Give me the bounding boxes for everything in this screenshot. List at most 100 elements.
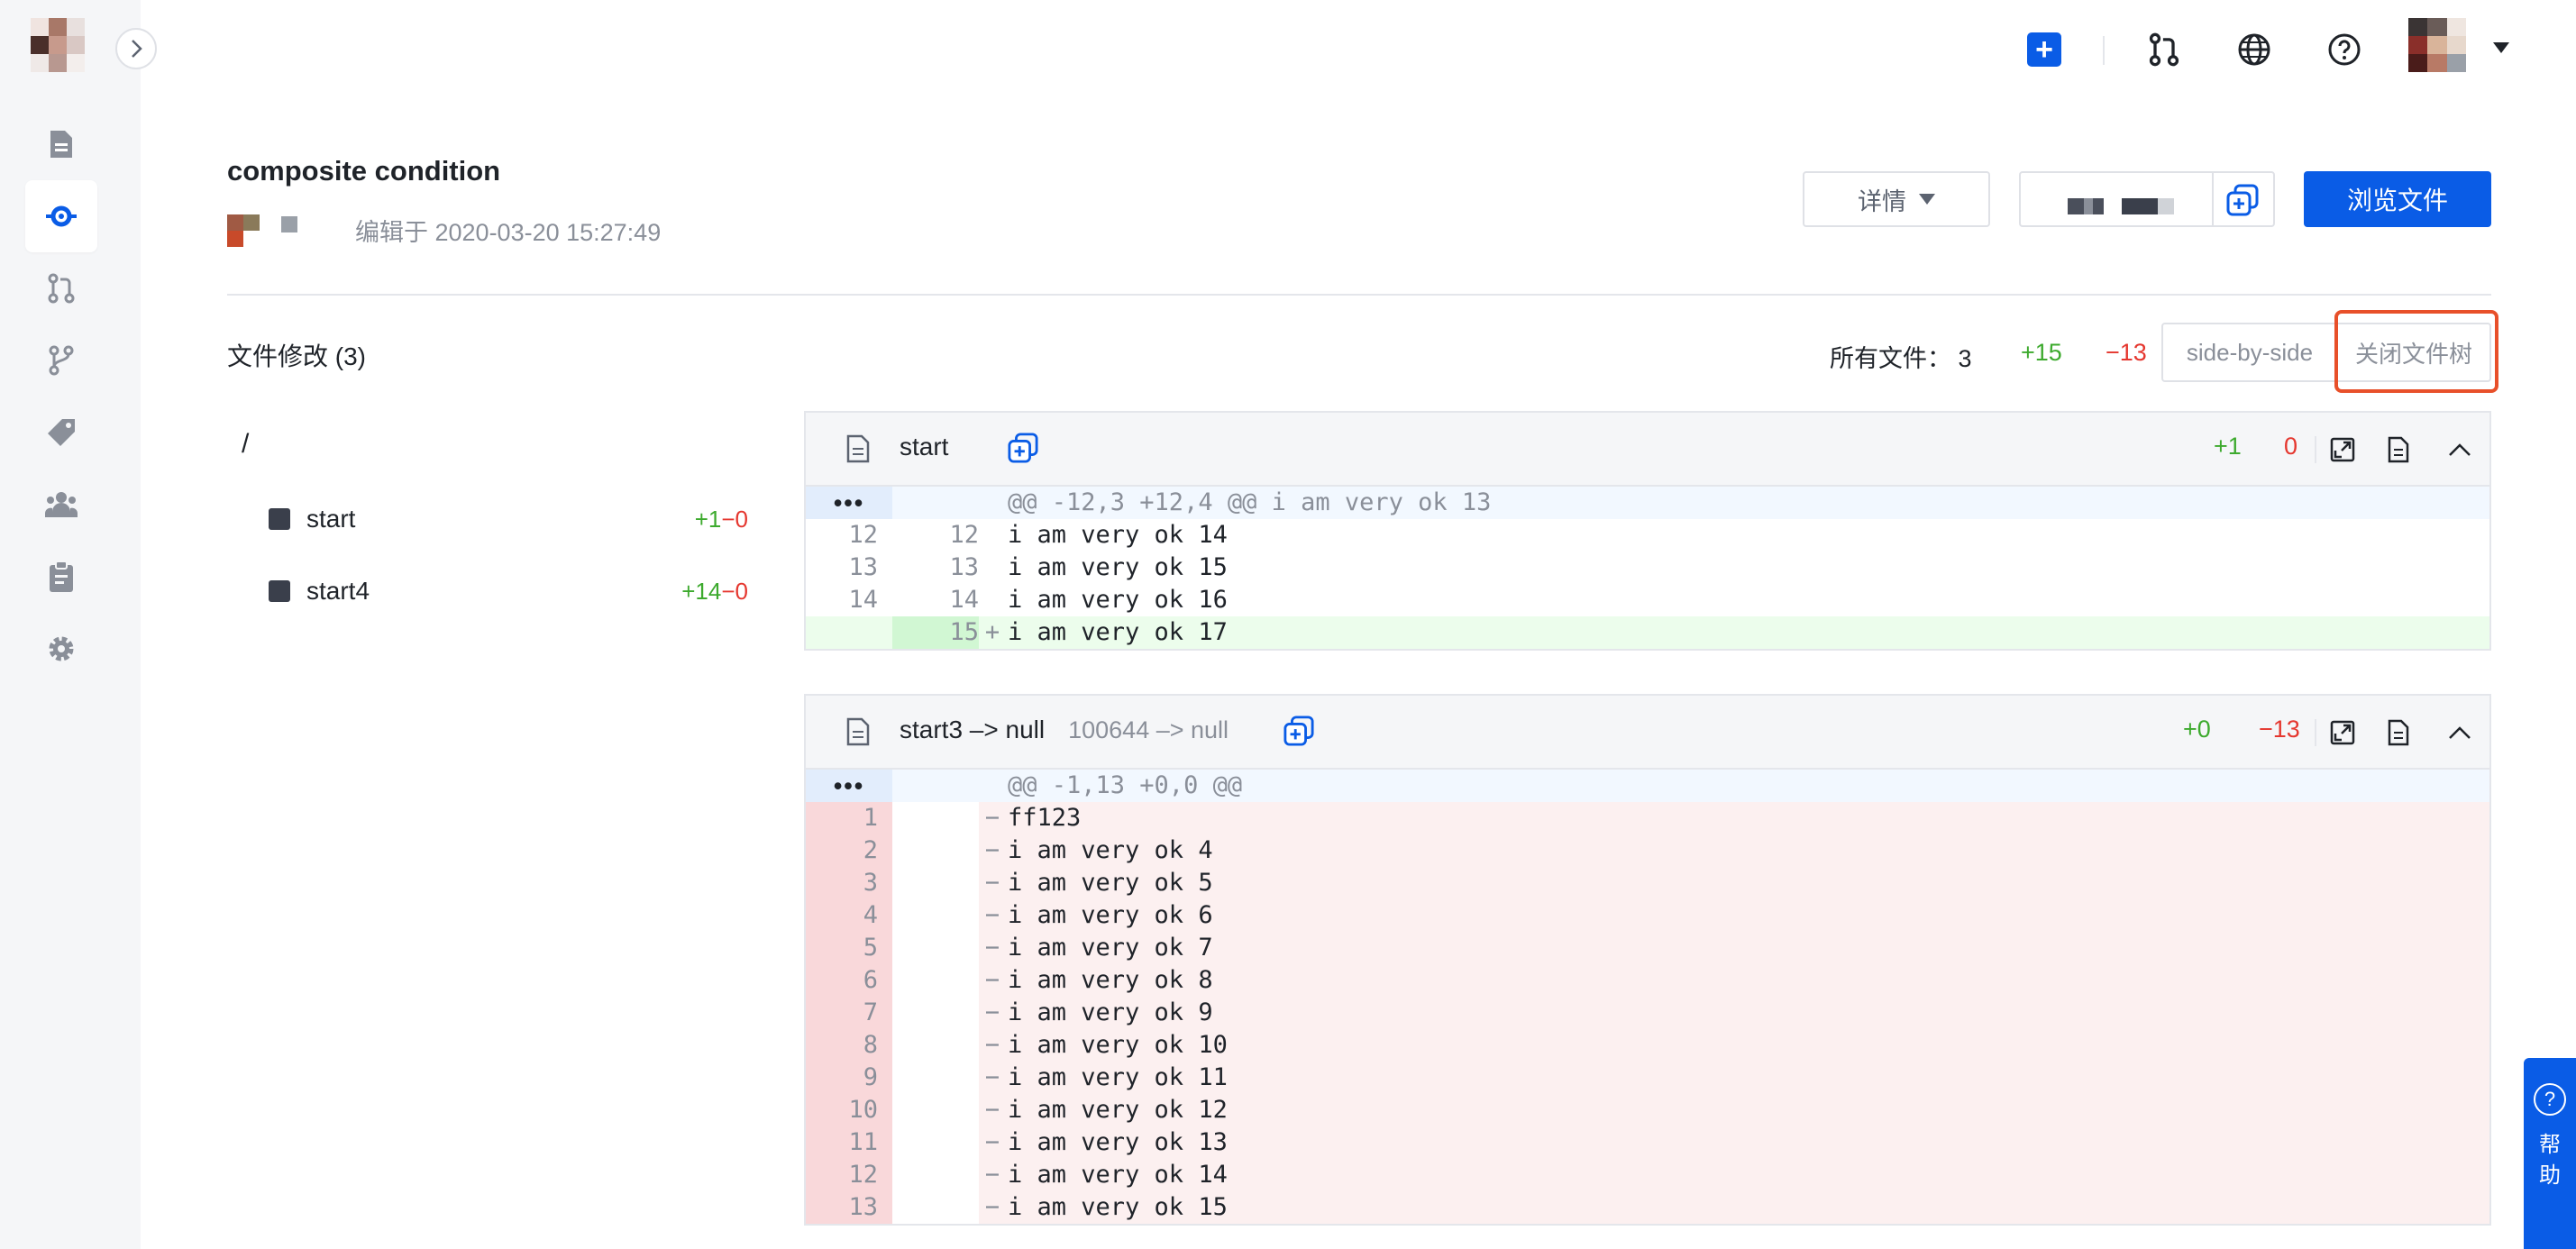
- diff-line-deleted: 13 − i am very ok 15: [806, 1191, 2489, 1224]
- diff-additions: +0: [2183, 716, 2211, 743]
- diff-code: i am very ok 4: [1008, 836, 1213, 864]
- expand-icon: [2330, 437, 2355, 462]
- old-line-number: 1: [806, 802, 892, 834]
- tree-item-start4[interactable]: start4 +14 −0: [269, 573, 748, 609]
- tree-item-additions: +14: [681, 577, 722, 605]
- total-additions: +15: [2021, 339, 2062, 366]
- header-divider: [227, 294, 2491, 296]
- document-icon: [2388, 436, 2409, 463]
- file-changes-title: 文件修改 (3): [227, 342, 367, 370]
- diff-sign: −: [984, 804, 1000, 832]
- help-button[interactable]: [2322, 27, 2367, 72]
- browse-files-button[interactable]: 浏览文件: [2304, 171, 2491, 227]
- expand-file-button[interactable]: [2327, 717, 2358, 748]
- diff-code: i am very ok 16: [1008, 586, 1228, 614]
- collapse-diff-button[interactable]: [2444, 434, 2475, 465]
- details-dropdown-button[interactable]: 详情: [1803, 171, 1990, 227]
- sidebar-item-commits[interactable]: [25, 180, 97, 252]
- old-line-number: 14: [848, 586, 878, 614]
- old-line-number: 11: [806, 1126, 892, 1159]
- header-divider: [2315, 719, 2316, 746]
- new-line-number: 15: [892, 616, 979, 649]
- diff-line-deleted: 10 − i am very ok 12: [806, 1094, 2489, 1126]
- merge-request-icon: [2149, 32, 2179, 67]
- expand-file-button[interactable]: [2327, 434, 2358, 465]
- chevron-up-icon: [2449, 443, 2471, 456]
- document-icon: [2388, 719, 2409, 746]
- diff-sign: −: [984, 1193, 1000, 1221]
- hunk-header: @@ -1,13 +0,0 @@: [1008, 771, 1243, 799]
- view-file-button[interactable]: [2383, 434, 2414, 465]
- sidebar-item-tasks[interactable]: [25, 541, 97, 613]
- hunk-header: @@ -12,3 +12,4 @@ i am very ok 13: [1008, 488, 1492, 516]
- tree-root[interactable]: /: [242, 429, 249, 460]
- file-icon: [846, 434, 870, 463]
- new-line-number: [892, 932, 979, 964]
- total-deletions: −13: [2106, 339, 2147, 366]
- sidebar-toggle-button[interactable]: [115, 28, 157, 69]
- author-avatar[interactable]: [227, 214, 305, 247]
- diff-code: i am very ok 8: [1008, 966, 1213, 994]
- diff-sign: −: [984, 934, 1000, 962]
- diff-line-deleted: 12 − i am very ok 14: [806, 1159, 2489, 1191]
- tree-item-start[interactable]: start +1 −0: [269, 501, 748, 537]
- tree-item-deletions: −0: [721, 577, 748, 605]
- new-line-number: [892, 997, 979, 1029]
- expand-hunk-button[interactable]: •••: [806, 487, 892, 519]
- chevron-right-icon: [132, 40, 142, 58]
- caret-down-icon: [2493, 42, 2509, 53]
- team-icon: [45, 492, 78, 517]
- question-icon: ?: [2534, 1083, 2566, 1116]
- diff-code: ff123: [1008, 804, 1082, 832]
- user-avatar[interactable]: [2408, 18, 2466, 72]
- sidebar-item-branches[interactable]: [25, 324, 97, 397]
- copy-path-button[interactable]: [1008, 433, 1038, 463]
- old-line-number: 9: [806, 1062, 892, 1094]
- copy-hash-button[interactable]: [2224, 182, 2261, 218]
- file-icon: [846, 717, 870, 746]
- sidebar-item-settings[interactable]: [25, 613, 97, 685]
- old-line-number: 13: [848, 553, 878, 581]
- file-mode-change: 100644 –> null: [1068, 716, 1229, 743]
- language-button[interactable]: [2232, 27, 2277, 72]
- collapse-diff-button[interactable]: [2444, 717, 2475, 748]
- create-button[interactable]: +: [2022, 27, 2067, 72]
- tree-item-additions: +1: [694, 505, 722, 533]
- hunk-header-row: ••• @@ -1,13 +0,0 @@: [806, 770, 2489, 802]
- new-line-number: 13: [949, 553, 979, 581]
- diff-line-added: 15 + i am very ok 17: [806, 616, 2489, 649]
- diff-line: 12 12 i am very ok 14: [806, 519, 2489, 552]
- old-line-number: 7: [806, 997, 892, 1029]
- new-line-number: [892, 834, 979, 867]
- sidebar-item-files[interactable]: [25, 108, 97, 180]
- diff-sign: −: [984, 1128, 1000, 1156]
- diff-sign: −: [984, 901, 1000, 929]
- diff-code: i am very ok 17: [1008, 618, 1228, 646]
- user-menu-caret[interactable]: [2493, 41, 2509, 58]
- diff-line-deleted: 1 − ff123: [806, 802, 2489, 834]
- tree-item-name: start4: [306, 577, 370, 605]
- new-line-number: 14: [949, 586, 979, 614]
- view-file-button[interactable]: [2383, 717, 2414, 748]
- new-line-number: 12: [949, 521, 979, 549]
- tree-item-name: start: [306, 505, 356, 533]
- new-line-number: [892, 1159, 979, 1191]
- new-line-number: [892, 802, 979, 834]
- new-line-number: [892, 867, 979, 899]
- view-mode-toggle[interactable]: side-by-side: [2161, 323, 2338, 382]
- old-line-number: 12: [848, 521, 878, 549]
- help-float-button[interactable]: ? 帮助: [2524, 1058, 2576, 1249]
- merge-requests-button[interactable]: [2142, 27, 2187, 72]
- commit-hash-group: [2019, 171, 2275, 227]
- copy-path-button[interactable]: [1283, 716, 1314, 746]
- copy-icon: [1283, 716, 1314, 746]
- project-logo[interactable]: [31, 18, 85, 72]
- sidebar: [0, 0, 141, 1249]
- expand-hunk-button[interactable]: •••: [806, 770, 892, 802]
- sidebar-item-merge-requests[interactable]: [25, 252, 97, 324]
- diff-code: i am very ok 11: [1008, 1063, 1228, 1091]
- document-icon: [50, 131, 72, 158]
- sidebar-item-members[interactable]: [25, 469, 97, 541]
- diff-code: i am very ok 14: [1008, 521, 1228, 549]
- sidebar-item-tags[interactable]: [25, 397, 97, 469]
